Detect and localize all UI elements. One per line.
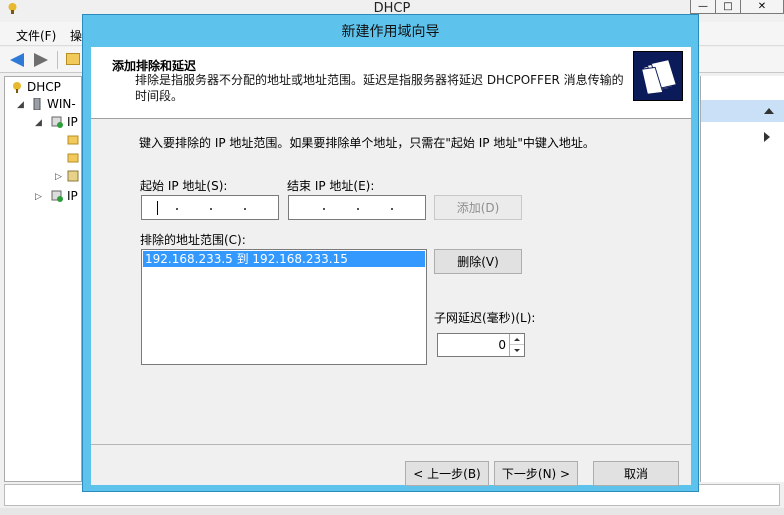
window-controls: — □ ✕	[690, 0, 784, 14]
list-item[interactable]: 192.168.233.5 到 192.168.233.15	[143, 251, 425, 267]
tree-label-ipv4: IP	[67, 115, 78, 129]
subnet-delay-spinner[interactable]: 0	[437, 333, 525, 357]
end-ip-input[interactable]	[288, 195, 426, 220]
tree-item-ipv4[interactable]: IP	[51, 115, 78, 129]
subnet-delay-value: 0	[498, 338, 506, 352]
start-ip-label: 起始 IP 地址(S):	[140, 179, 228, 193]
excluded-range-label: 排除的地址范围(C):	[140, 233, 246, 247]
next-button[interactable]: 下一步(N) >	[494, 461, 578, 486]
folder-icon	[67, 135, 79, 145]
close-icon: ✕	[757, 1, 767, 12]
tree-item-child[interactable]	[67, 151, 83, 165]
forward-arrow-icon[interactable]	[34, 53, 48, 67]
tree-expand-icon[interactable]: ◢	[35, 118, 42, 128]
minimize-icon: —	[698, 1, 708, 12]
header-subtitle: 排除是指服务器不分配的地址或地址范围。延迟是指服务器将延迟 DHCPOFFER …	[135, 73, 624, 103]
tree-expand-icon[interactable]: ◢	[17, 100, 24, 110]
folders-wizard-icon	[633, 51, 683, 101]
ip-dot	[244, 208, 246, 210]
ip-dot	[176, 208, 178, 210]
ip-dot	[323, 208, 325, 210]
chevron-down-icon	[514, 349, 520, 352]
minimize-button[interactable]: —	[690, 0, 716, 14]
close-button[interactable]: ✕	[740, 0, 784, 14]
subnet-delay-label: 子网延迟(毫秒)(L):	[434, 311, 536, 325]
status-bar	[0, 508, 784, 515]
maximize-icon: □	[723, 1, 733, 12]
actions-pane	[700, 76, 784, 482]
tree-collapse-icon[interactable]: ▷	[35, 192, 42, 202]
ipv4-icon	[51, 116, 63, 128]
chevron-up-icon	[514, 337, 520, 341]
dialog-client-area: 添加排除和延迟 排除是指服务器不分配的地址或地址范围。延迟是指服务器将延迟 DH…	[91, 47, 691, 486]
ipv6-icon	[51, 190, 63, 202]
ip-dot	[391, 208, 393, 210]
footer-divider	[91, 444, 691, 445]
text-caret	[157, 201, 158, 215]
folder-icon	[67, 153, 79, 163]
start-ip-input[interactable]	[141, 195, 279, 220]
cancel-button[interactable]: 取消	[593, 461, 679, 486]
instruction-text: 键入要排除的 IP 地址范围。如果要排除单个地址，只需在"起始 IP 地址"中键…	[139, 136, 595, 150]
tree-label-server: WIN-	[47, 97, 76, 111]
policy-icon	[67, 170, 79, 182]
excluded-range-list[interactable]: 192.168.233.5 到 192.168.233.15	[141, 249, 427, 365]
remove-button[interactable]: 删除(V)	[434, 249, 522, 274]
tree-item-server[interactable]: WIN-	[31, 97, 76, 111]
add-button[interactable]: 添加(D)	[434, 195, 522, 220]
tree-item-child[interactable]	[67, 169, 83, 183]
tree-item-dhcp[interactable]: DHCP	[11, 80, 61, 94]
spinner-up-button[interactable]	[510, 334, 524, 345]
folder-icon[interactable]	[66, 53, 80, 65]
server-icon	[33, 98, 41, 110]
back-arrow-icon[interactable]	[10, 53, 24, 67]
tree-item-child[interactable]	[67, 133, 83, 147]
tree-item-ipv6[interactable]: IP	[51, 189, 78, 203]
back-button[interactable]: < 上一步(B)	[405, 461, 489, 486]
tree-collapse-icon[interactable]: ▷	[55, 172, 62, 182]
menu-file[interactable]: 文件(F)	[16, 27, 56, 44]
maximize-button[interactable]: □	[715, 0, 741, 14]
submenu-arrow-icon[interactable]	[764, 132, 770, 142]
dialog-title: 新建作用域向导	[341, 24, 440, 40]
tree-label-dhcp: DHCP	[27, 80, 61, 94]
tree-label-ipv6: IP	[67, 189, 78, 203]
ip-dot	[210, 208, 212, 210]
ip-dot	[357, 208, 359, 210]
toolbar-separator	[57, 51, 58, 69]
new-scope-wizard-dialog: 新建作用域向导 添加排除和延迟 排除是指服务器不分配的地址或地址范围。延迟是指服…	[82, 14, 699, 492]
end-ip-label: 结束 IP 地址(E):	[287, 179, 375, 193]
dhcp-icon	[13, 82, 21, 93]
menu-action[interactable]: 操	[70, 27, 82, 44]
console-tree: DHCP ◢ WIN- ◢ IP ▷ ▷ IP	[4, 76, 82, 482]
spinner-buttons	[509, 334, 524, 356]
collapse-up-icon[interactable]	[764, 108, 774, 114]
spinner-down-button[interactable]	[510, 345, 524, 356]
wizard-header: 添加排除和延迟 排除是指服务器不分配的地址或地址范围。延迟是指服务器将延迟 DH…	[91, 47, 691, 119]
